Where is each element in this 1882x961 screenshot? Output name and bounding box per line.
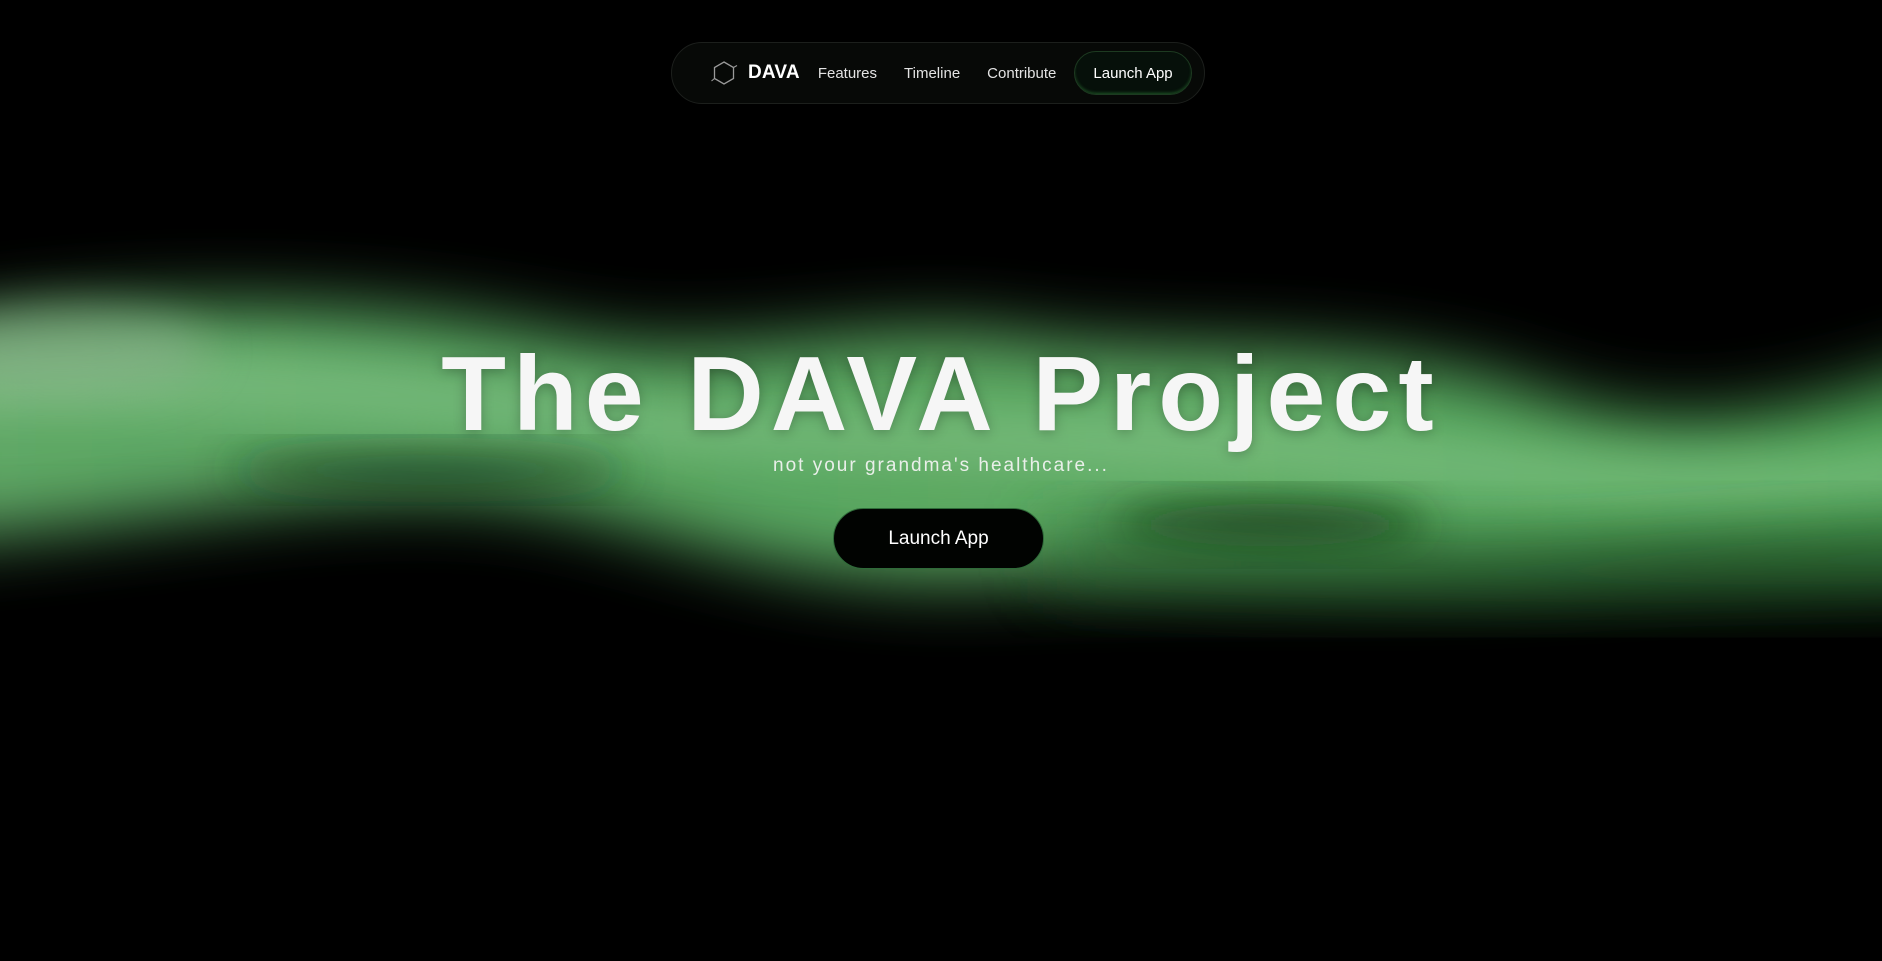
top-nav: DAVA Features Timeline Contribute Launch…: [671, 42, 1205, 104]
brand-name[interactable]: DAVA: [748, 62, 800, 84]
page: DAVA Features Timeline Contribute Launch…: [0, 0, 1882, 961]
hero-launch-app-button[interactable]: Launch App: [833, 508, 1044, 569]
green-wave-background: [0, 304, 1882, 599]
nav-link-contribute[interactable]: Contribute: [987, 65, 1056, 82]
hexagon-logo-icon[interactable]: [710, 59, 738, 87]
nav-launch-app-button[interactable]: Launch App: [1074, 51, 1192, 95]
nav-link-timeline[interactable]: Timeline: [904, 65, 960, 82]
hero-subtitle: not your grandma's healthcare...: [773, 455, 1109, 476]
nav-link-features[interactable]: Features: [818, 65, 877, 82]
hero-title: The DAVA Project: [441, 335, 1441, 453]
